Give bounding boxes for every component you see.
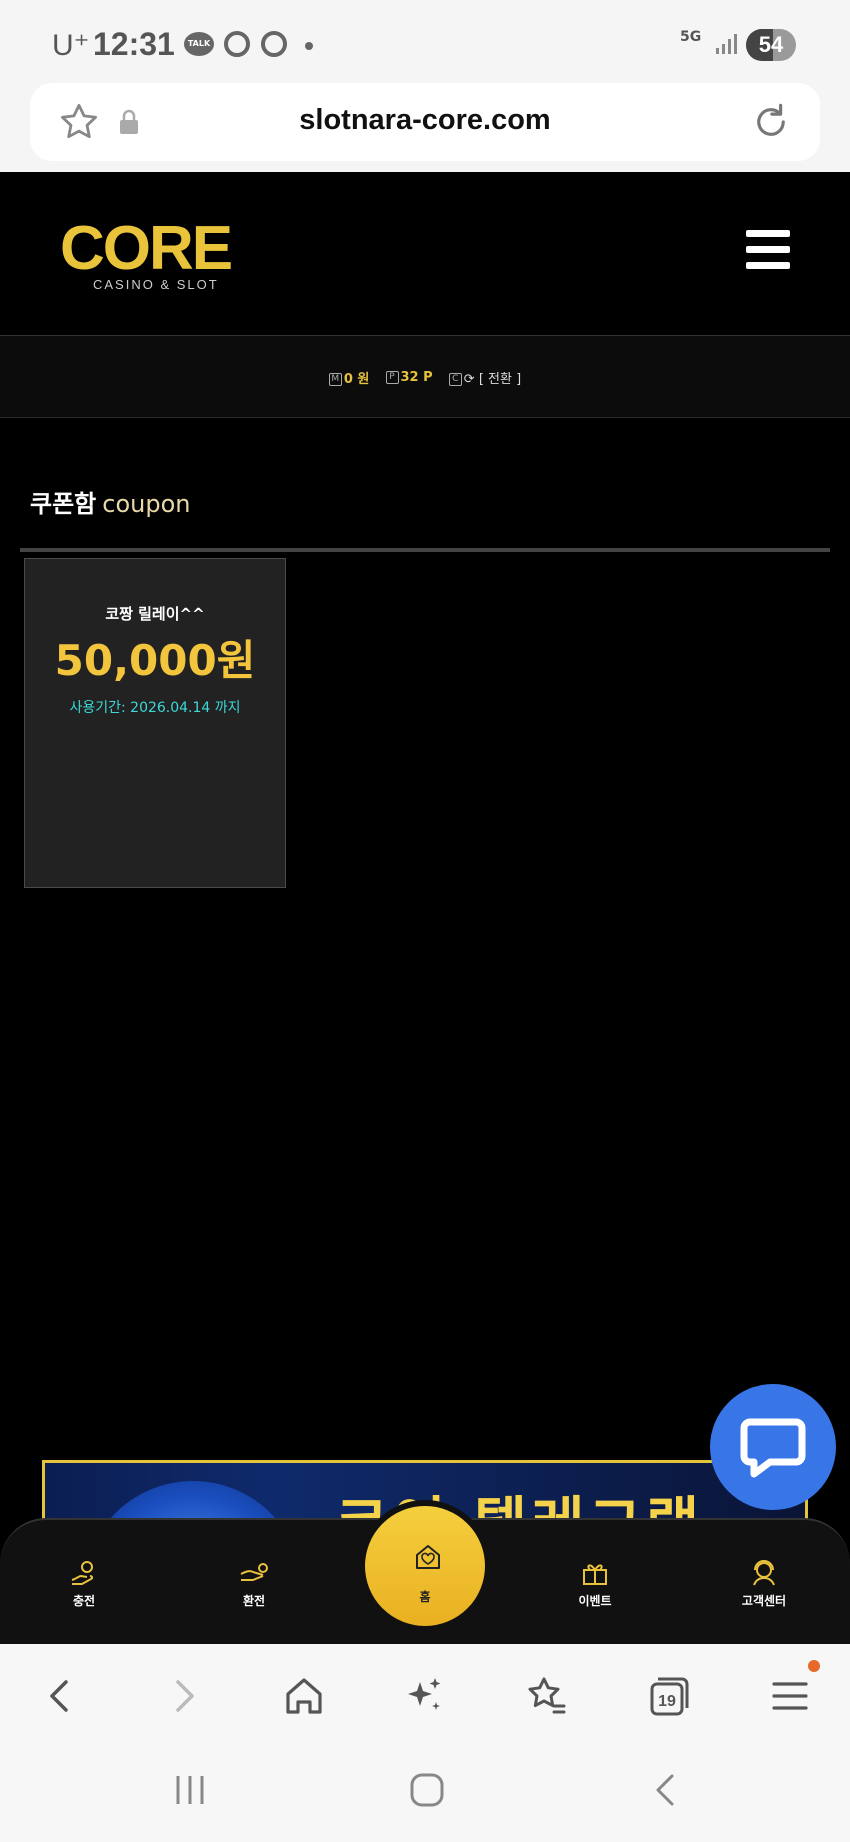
convert-icon: C <box>448 373 462 386</box>
kakaotalk-icon: TALK <box>184 32 214 56</box>
convert-button[interactable]: [ 전환 ] <box>479 372 521 387</box>
forward-arrow-icon[interactable] <box>160 1672 208 1720</box>
network-type: 5G <box>680 29 702 45</box>
withdraw-icon <box>240 1563 268 1581</box>
money-value: 0 원 <box>343 372 370 387</box>
nav-home-button[interactable]: 홈 <box>359 1500 491 1632</box>
status-bar: U⁺ 12:31 TALK 5G 54 <box>0 0 850 80</box>
system-back-icon[interactable] <box>646 1770 686 1810</box>
home-heart-icon <box>416 1545 440 1569</box>
signal-icon <box>716 34 737 54</box>
ai-sparkle-icon[interactable] <box>400 1672 448 1720</box>
title-divider <box>20 548 830 552</box>
nav-home-label: 홈 <box>419 1590 431 1604</box>
menu-notification-dot <box>808 1660 820 1672</box>
user-info-bar: M0 원 P 32 P C ⟳ [ 전환 ] <box>0 336 850 418</box>
point-icon: P <box>385 371 399 384</box>
browser-toolbar: 19 <box>0 1644 850 1744</box>
b-app-icon <box>224 31 250 57</box>
page-title-ko: 쿠폰함 <box>30 490 97 518</box>
tabs-icon[interactable]: 19 <box>644 1672 692 1720</box>
nav-event-label: 이벤트 <box>578 1594 612 1608</box>
money-balance: M0 원 <box>328 368 370 387</box>
logo-wordmark: CORE <box>60 214 233 283</box>
point-balance: P 32 P <box>385 370 433 385</box>
tabs-count: 19 <box>658 1693 676 1710</box>
address-bar[interactable]: slotnara-core.com <box>30 83 820 161</box>
back-arrow-icon[interactable] <box>36 1672 84 1720</box>
bookmarks-star-icon[interactable] <box>522 1672 570 1720</box>
b-app-icon-2 <box>261 31 287 57</box>
nav-support[interactable]: 고객센터 <box>714 1560 814 1609</box>
gift-icon <box>583 1564 607 1585</box>
nav-withdraw[interactable]: 환전 <box>204 1560 304 1609</box>
system-home-icon[interactable] <box>407 1770 447 1810</box>
nav-withdraw-label: 환전 <box>242 1594 266 1608</box>
coupon-period: 사용기간: 2026.04.14 까지 <box>69 700 241 716</box>
nav-support-label: 고객센터 <box>741 1594 787 1608</box>
site-header: CORE CASINO & SLOT <box>0 172 850 336</box>
more-notifications-icon <box>305 42 313 50</box>
menu-hamburger-icon[interactable] <box>746 230 790 270</box>
site-logo[interactable]: CORE CASINO & SLOT <box>60 218 250 298</box>
page-title-en: coupon <box>102 490 191 518</box>
battery-indicator: 54 <box>746 29 796 61</box>
support-icon <box>753 1560 775 1586</box>
coupon-amount: 50,000원 <box>54 636 256 685</box>
refresh-icon: ⟳ <box>463 372 475 387</box>
recent-apps-icon[interactable] <box>170 1770 210 1810</box>
browser-home-icon[interactable] <box>280 1672 328 1720</box>
browser-address-area: slotnara-core.com <box>0 80 850 172</box>
convert-points[interactable]: C ⟳ [ 전환 ] <box>448 368 521 387</box>
live-chat-button[interactable] <box>710 1384 836 1510</box>
browser-menu-icon[interactable] <box>766 1672 814 1720</box>
clock: 12:31 <box>93 26 175 62</box>
nav-deposit-label: 충전 <box>72 1594 96 1608</box>
chat-bubble-icon <box>740 1418 806 1478</box>
carrier-label: U⁺ <box>52 29 90 62</box>
nav-deposit[interactable]: 충전 <box>34 1560 134 1609</box>
system-nav-bar <box>0 1744 850 1842</box>
page: U⁺ 12:31 TALK 5G 54 slotnara-core.com CO… <box>0 0 850 1842</box>
coupon-name: 코짱 릴레이^^ <box>105 605 205 623</box>
point-value: 32 P <box>400 370 433 385</box>
logo-subtitle: CASINO & SLOT <box>93 277 219 292</box>
nav-event[interactable]: 이벤트 <box>545 1560 645 1609</box>
coupon-card[interactable]: 코짱 릴레이^^ 50,000원 사용기간: 2026.04.14 까지 <box>24 558 286 888</box>
money-icon: M <box>328 373 342 386</box>
deposit-icon <box>71 1561 94 1585</box>
page-title: 쿠폰함 coupon <box>30 484 190 519</box>
url-text[interactable]: slotnara-core.com <box>30 104 820 137</box>
reload-icon[interactable] <box>750 101 792 143</box>
battery-level: 54 <box>758 32 784 57</box>
